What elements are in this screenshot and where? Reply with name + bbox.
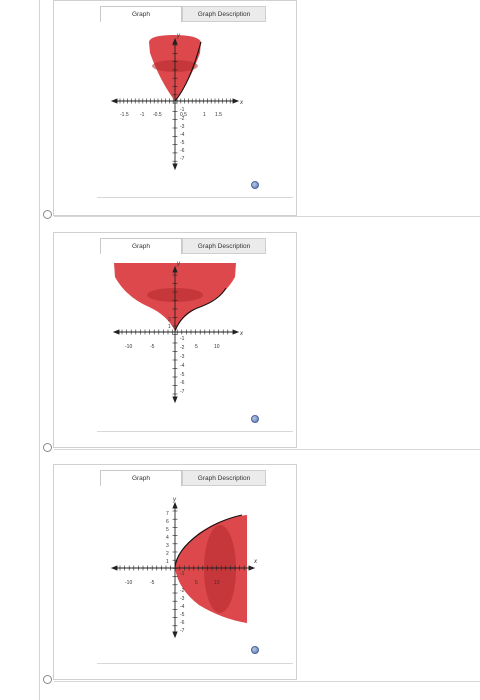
graph-plot-1: x y -1.5 -1 -0.5 0.5 1 1.5 -1 -2 -3 -4 -… xyxy=(110,33,244,171)
y-tick-label: 5 xyxy=(166,527,169,533)
y-tick-label: 2 xyxy=(166,551,169,557)
panel-divider xyxy=(97,431,293,432)
y-tick-label: 3 xyxy=(166,543,169,549)
x-tick-label: -10 xyxy=(125,344,132,350)
y-tick-label: -5 xyxy=(180,612,185,618)
x-tick-label: 1.5 xyxy=(215,112,222,118)
x-tick-label: -5 xyxy=(150,344,155,350)
answer-option-3: Graph Graph Description x y -10 -5 5 10 … xyxy=(0,464,480,696)
x-axis xyxy=(112,329,240,335)
option-separator xyxy=(54,449,480,450)
x-tick-label: -0.5 xyxy=(153,112,162,118)
y-tick-label: -1 xyxy=(180,107,185,113)
x-tick-label: -10 xyxy=(125,580,132,586)
y-tick-label: -6 xyxy=(180,148,185,154)
y-tick-label: -7 xyxy=(180,389,185,395)
y-tick-label: -4 xyxy=(180,604,185,610)
x-tick-label: 10 xyxy=(214,580,220,586)
y-tick-label: -2 xyxy=(180,588,185,594)
option-radio-2[interactable] xyxy=(43,443,52,452)
y-tick-label: -5 xyxy=(180,372,185,378)
y-tick-label: 7 xyxy=(166,511,169,517)
info-icon[interactable] xyxy=(251,415,259,423)
y-tick-label: 1 xyxy=(168,324,171,330)
graph-plot-3: x y -10 -5 5 10 7 6 5 4 3 2 1 -1 -2 -3 -… xyxy=(110,497,258,639)
option-separator xyxy=(54,681,480,682)
y-tick-label: -3 xyxy=(180,596,185,602)
x-axis-label: x xyxy=(253,559,258,565)
panel-divider xyxy=(97,197,293,198)
x-tick-label: 10 xyxy=(214,344,220,350)
y-tick-label: -3 xyxy=(180,124,185,130)
answer-option-2: Graph Graph Description x y -10 -5 5 10 … xyxy=(0,232,480,464)
info-icon[interactable] xyxy=(251,646,259,654)
y-tick-label: -5 xyxy=(180,140,185,146)
x-tick-label: -1 xyxy=(140,112,145,118)
y-tick-label: -4 xyxy=(180,132,185,138)
option-radio-1[interactable] xyxy=(43,210,52,219)
option-separator xyxy=(54,216,480,217)
y-tick-label: -2 xyxy=(180,116,185,122)
y-tick-label: -2 xyxy=(180,345,185,351)
x-axis-label: x xyxy=(239,100,244,106)
y-tick-label: -3 xyxy=(180,354,185,360)
y-axis-label: y xyxy=(172,497,177,503)
y-tick-label: -6 xyxy=(180,620,185,626)
x-axis-label: x xyxy=(239,331,244,337)
y-tick-label: 4 xyxy=(166,535,169,541)
graph-panel-2: Graph Graph Description x y -10 -5 5 10 … xyxy=(53,232,297,448)
y-tick-label: -7 xyxy=(180,156,185,162)
y-tick-label: 2 xyxy=(168,317,171,323)
info-icon[interactable] xyxy=(251,181,259,189)
graph-panel-3: Graph Graph Description x y -10 -5 5 10 … xyxy=(53,464,297,680)
panel-divider xyxy=(97,663,293,664)
x-tick-label: 5 xyxy=(195,344,198,350)
solid-cross-section xyxy=(204,525,236,613)
y-tick-label: -4 xyxy=(180,363,185,369)
x-tick-label: -5 xyxy=(150,580,155,586)
graph-plot-2: x y -10 -5 5 10 2 1 -1 -2 -3 -4 -5 -6 -7 xyxy=(112,261,244,404)
x-tick-label: 5 xyxy=(195,580,198,586)
y-tick-label: 1 xyxy=(166,559,169,565)
option-radio-3[interactable] xyxy=(43,675,52,684)
y-tick-label: 6 xyxy=(166,519,169,525)
x-tick-label: -1.5 xyxy=(120,112,129,118)
y-tick-label: -1 xyxy=(180,571,185,577)
y-tick-label: -1 xyxy=(180,336,185,342)
y-tick-label: -7 xyxy=(180,628,185,634)
x-tick-label: 1 xyxy=(203,112,206,118)
answer-option-1: Graph Graph Description x y -1.5 -1 -0.5… xyxy=(0,0,480,232)
y-tick-label: -6 xyxy=(180,380,185,386)
graph-panel-1: Graph Graph Description x y -1.5 -1 -0.5… xyxy=(53,0,297,216)
